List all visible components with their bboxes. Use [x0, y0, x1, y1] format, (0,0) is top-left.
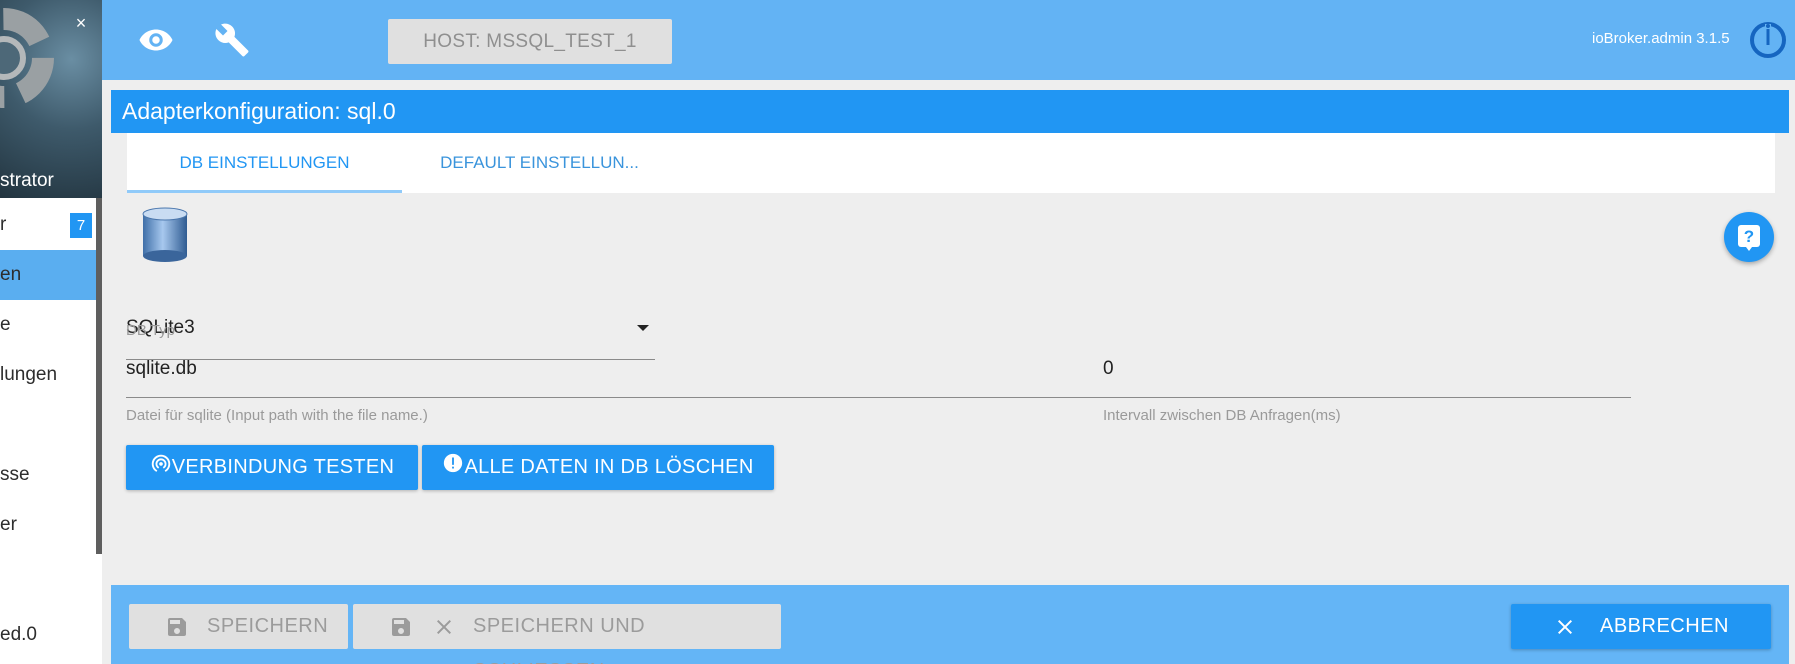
sidebar-item-5[interactable]: er — [0, 500, 96, 550]
sidebar-item-2[interactable]: e — [0, 300, 96, 350]
sidebar-item-label: sse — [0, 464, 30, 485]
save-label: SPEICHERN — [207, 615, 329, 637]
sqlite-file-input[interactable] — [126, 358, 1163, 380]
sqlite-file-field[interactable] — [126, 346, 1163, 398]
sidebar-item-label: en — [0, 264, 22, 285]
close-icon — [1558, 620, 1572, 634]
tab-bar: DB EINSTELLUNGEN DEFAULT EINSTELLUN... — [127, 133, 1775, 193]
floppy-disk-icon — [168, 618, 186, 636]
help-icon: ? — [1738, 225, 1760, 251]
chevron-down-icon — [637, 325, 649, 331]
main-content: Adapterkonfiguration: sql.0 DB EINSTELLU… — [102, 80, 1795, 664]
sidebar-item-label: ed.0 — [0, 624, 37, 645]
save-and-close-label: SPEICHERN UND SCHLIESSEN — [473, 615, 646, 664]
sidebar-item-3[interactable]: lungen — [0, 350, 96, 400]
help-button[interactable]: ? — [1724, 212, 1774, 262]
footer-bar: SPEICHERN SPEICHERN UND SCHLIESSEN ABBRE… — [111, 585, 1789, 664]
database-icon — [140, 206, 190, 264]
test-connection-button[interactable]: VERBINDUNG TESTEN — [126, 445, 418, 490]
sidebar-header: × strator — [0, 0, 102, 198]
sidebar-item-label: e — [0, 314, 11, 335]
sidebar-item-6[interactable]: ed.0 — [0, 610, 96, 660]
test-connection-label: VERBINDUNG TESTEN — [171, 456, 395, 478]
close-icon — [437, 620, 451, 634]
eye-icon[interactable] — [138, 22, 174, 58]
tab-db-settings[interactable]: DB EINSTELLUNGEN — [127, 133, 402, 193]
svg-text:?: ? — [1744, 227, 1754, 246]
tab-default-settings[interactable]: DEFAULT EINSTELLUN... — [402, 133, 677, 193]
page-title: Adapterkonfiguration: sql.0 — [111, 90, 1789, 133]
sidebar-close-button[interactable]: × — [72, 14, 90, 32]
interval-helper: Intervall zwischen DB Anfragen(ms) — [1103, 407, 1341, 424]
wifi-tethering-icon — [151, 454, 170, 472]
admin-version: ioBroker.admin 3.1.5 — [1592, 30, 1730, 47]
sidebar-item-1[interactable]: en — [0, 250, 96, 300]
alert-circle-icon — [444, 453, 463, 472]
sidebar-item-0[interactable]: r 7 — [0, 200, 96, 250]
cancel-label: ABBRECHEN — [1600, 615, 1729, 637]
interval-field[interactable] — [1103, 346, 1631, 398]
top-bar: HOST: MSSQL_TEST_1 ioBroker.admin 3.1.5 — [102, 0, 1795, 80]
save-and-close-button[interactable]: SPEICHERN UND SCHLIESSEN — [353, 604, 781, 664]
delete-all-data-label: ALLE DATEN IN DB LÖSCHEN — [464, 456, 754, 478]
sidebar: × strator r 7 en e lungen sse er ed.0 — [0, 0, 102, 664]
wrench-icon[interactable] — [214, 22, 250, 58]
tab-indicator — [127, 190, 402, 193]
cancel-button[interactable]: ABBRECHEN — [1511, 604, 1771, 649]
sidebar-item-label: er — [0, 514, 17, 535]
delete-all-data-button[interactable]: ALLE DATEN IN DB LÖSCHEN — [422, 445, 774, 490]
host-selector-button[interactable]: HOST: MSSQL_TEST_1 — [388, 19, 672, 64]
notification-badge: 7 — [70, 213, 92, 238]
sidebar-item-label: r — [0, 214, 7, 235]
sidebar-item-4[interactable]: sse — [0, 450, 96, 500]
interval-input[interactable] — [1103, 358, 1631, 380]
db-type-helper: DB Typ — [126, 322, 175, 339]
sqlite-file-helper: Datei für sqlite (Input path with the fi… — [126, 407, 428, 424]
sidebar-title: strator — [0, 170, 54, 191]
floppy-disk-icon — [392, 618, 410, 636]
sidebar-item-label: lungen — [0, 364, 58, 385]
power-icon[interactable] — [1748, 20, 1788, 60]
save-button[interactable]: SPEICHERN — [129, 604, 348, 649]
